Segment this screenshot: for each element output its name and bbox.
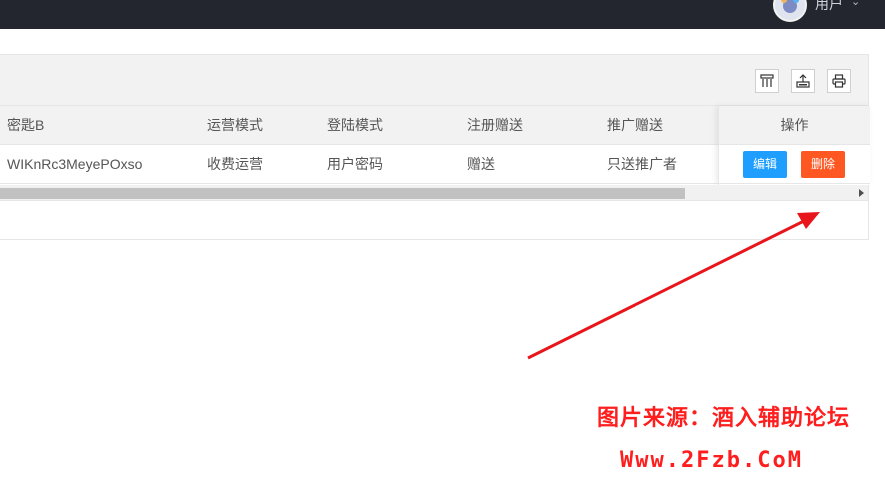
watermark-url: Www.2Fzb.CoM — [620, 448, 803, 473]
watermark-source: 图片来源：酒入辅助论坛 — [597, 406, 851, 431]
